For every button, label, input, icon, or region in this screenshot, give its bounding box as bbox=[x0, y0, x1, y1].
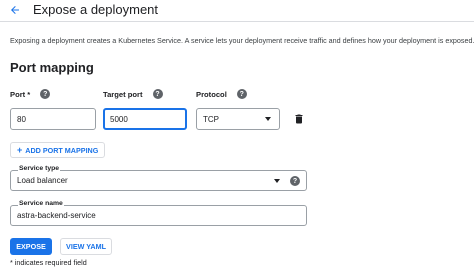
plus-icon: + bbox=[17, 145, 23, 155]
delete-port-mapping-button[interactable] bbox=[293, 112, 305, 126]
target-port-label-text: Target port bbox=[103, 89, 143, 99]
port-label-text: Port * bbox=[10, 89, 31, 99]
port-input[interactable]: 80 bbox=[10, 108, 96, 130]
protocol-select[interactable]: TCP bbox=[196, 108, 280, 130]
caret-down-icon bbox=[274, 179, 280, 183]
arrow-back-icon bbox=[11, 6, 19, 14]
protocol-column-label: Protocol ? bbox=[196, 89, 247, 99]
page-description: Exposing a deployment creates a Kubernet… bbox=[10, 36, 474, 45]
port-column-label: Port * ? bbox=[10, 89, 51, 99]
port-input-value: 80 bbox=[17, 114, 26, 124]
required-field-note: * indicates required field bbox=[10, 258, 87, 267]
service-name-value: astra-backend-service bbox=[17, 211, 96, 220]
protocol-select-value: TCP bbox=[203, 114, 219, 124]
view-yaml-button[interactable]: VIEW YAML bbox=[60, 238, 112, 255]
page-title: Expose a deployment bbox=[33, 2, 159, 17]
caret-down-icon bbox=[265, 117, 271, 121]
page-header: Expose a deployment bbox=[0, 0, 474, 22]
protocol-label-text: Protocol bbox=[196, 89, 227, 99]
service-type-value: Load balancer bbox=[17, 176, 68, 185]
expose-button[interactable]: EXPOSE bbox=[10, 238, 52, 255]
help-icon[interactable]: ? bbox=[40, 89, 51, 99]
add-port-mapping-label: ADD PORT MAPPING bbox=[25, 145, 99, 155]
service-type-select[interactable]: Service type Load balancer ? bbox=[10, 165, 307, 191]
target-port-input-value: 5000 bbox=[110, 114, 128, 124]
target-port-column-label: Target port ? bbox=[103, 89, 163, 99]
trash-icon bbox=[295, 114, 303, 124]
help-icon[interactable]: ? bbox=[152, 89, 163, 99]
service-name-label: Service name bbox=[18, 200, 64, 207]
help-icon[interactable]: ? bbox=[236, 89, 247, 99]
service-name-input[interactable]: Service name astra-backend-service bbox=[10, 200, 307, 226]
target-port-input[interactable]: 5000 bbox=[103, 108, 187, 130]
add-port-mapping-button[interactable]: + ADD PORT MAPPING bbox=[10, 142, 106, 158]
section-title-port-mapping: Port mapping bbox=[10, 60, 94, 75]
service-type-label: Service type bbox=[18, 165, 61, 172]
back-button[interactable] bbox=[6, 1, 24, 19]
help-icon[interactable]: ? bbox=[290, 176, 300, 186]
